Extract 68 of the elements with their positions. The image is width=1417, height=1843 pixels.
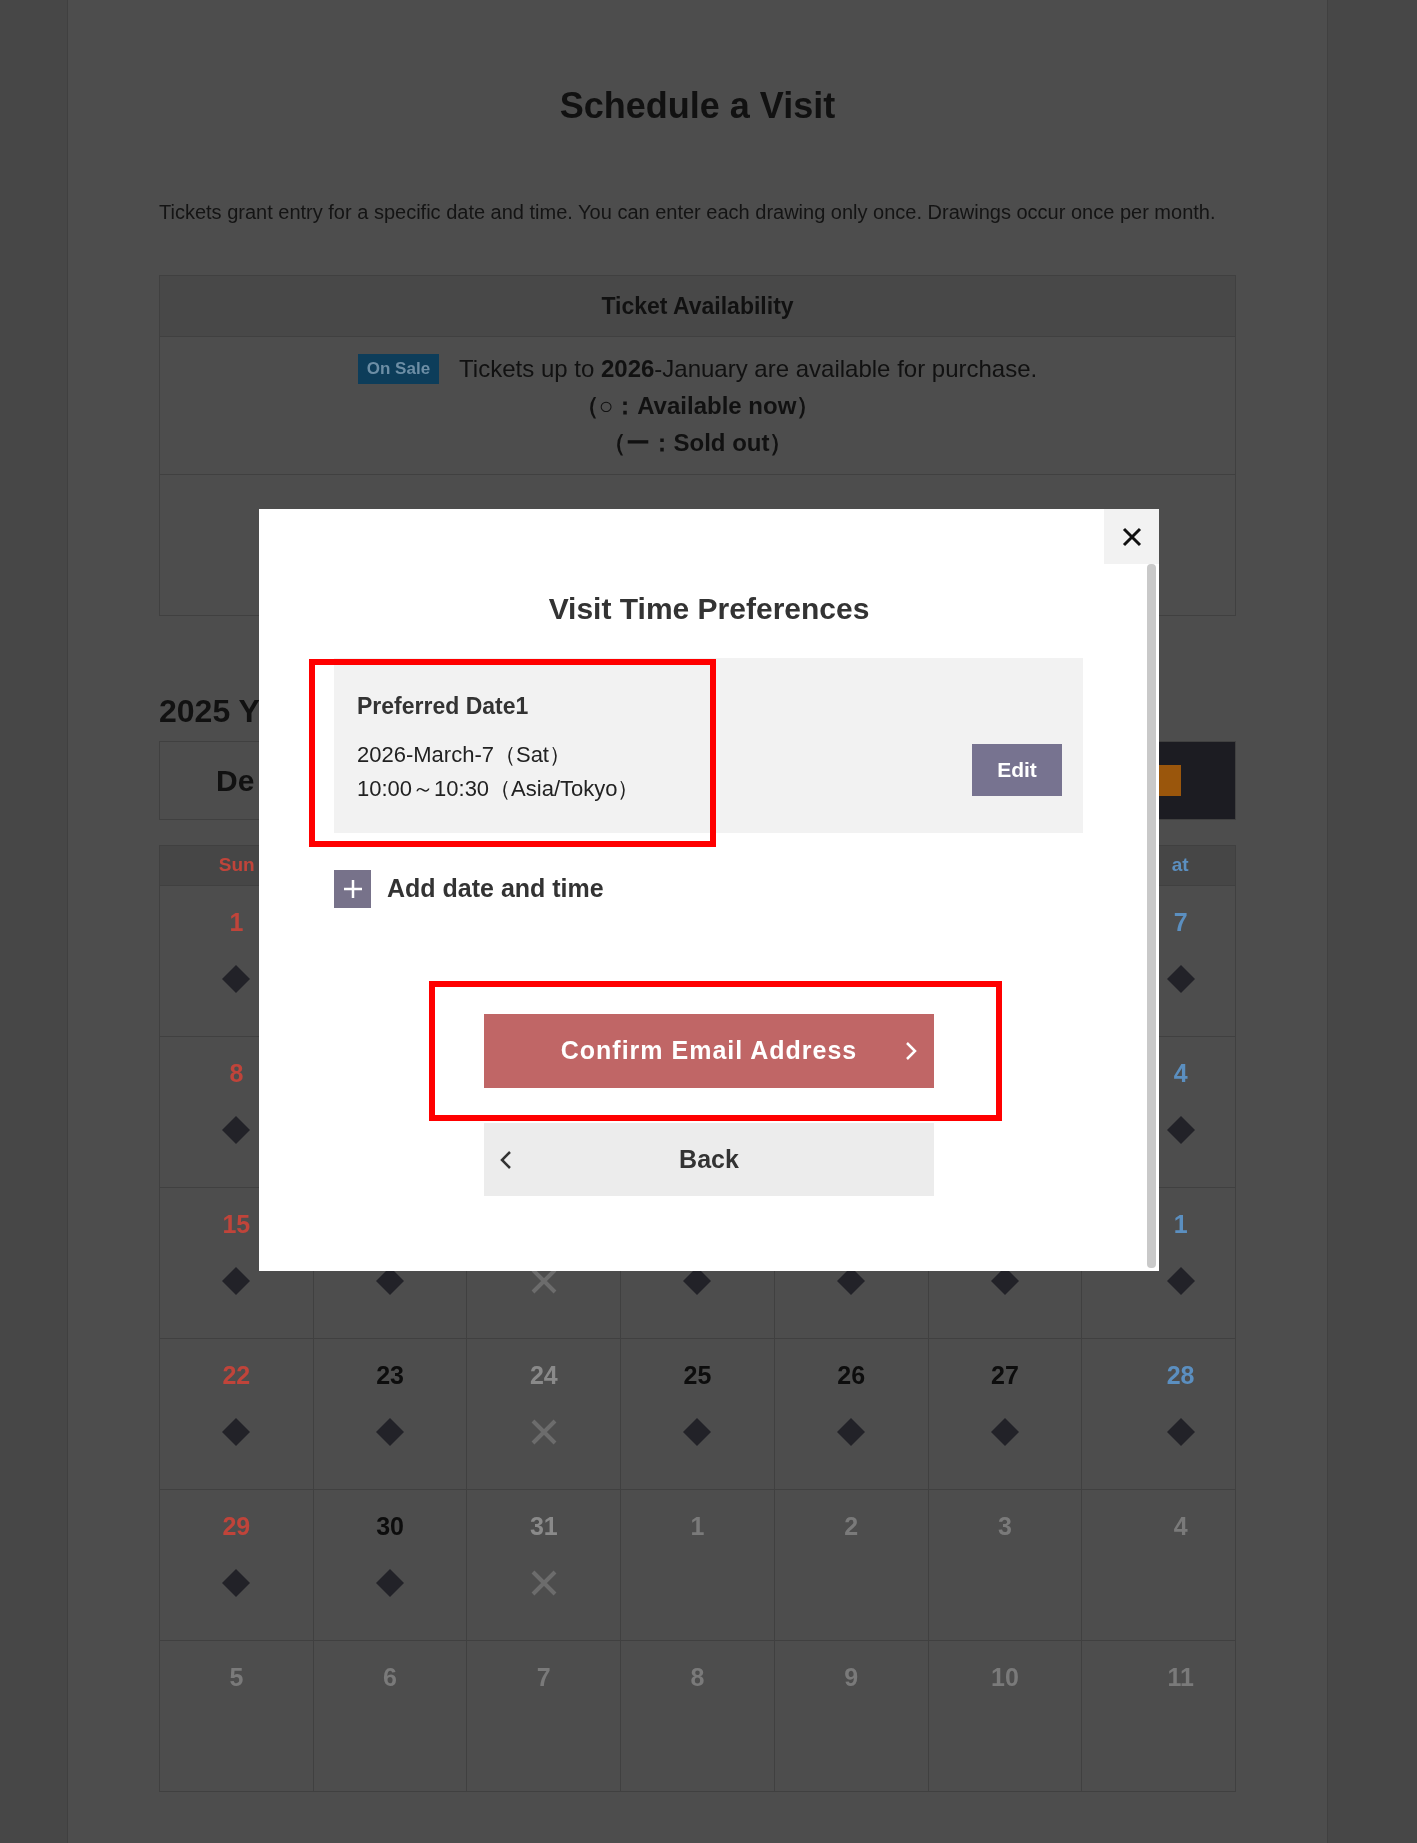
plus-icon [342,879,363,899]
scrollbar[interactable] [1147,564,1156,1268]
day-number: 15 [222,1209,251,1240]
day-number: 4 [1173,1058,1188,1089]
day-number: 25 [683,1360,712,1391]
weekday-label: Sun [218,853,255,878]
calendar-cell[interactable]: 25 [621,1339,775,1490]
calendar-cell[interactable]: 27 [928,1339,1083,1490]
day-number: 30 [376,1511,404,1542]
diamond-icon [221,1115,252,1145]
intro-text: Tickets grant entry for a specific date and time. You can enter each drawing only once. Drawings occur once per month. [159,200,1217,225]
day-number: 22 [222,1360,251,1391]
day-number: 1 [1173,1209,1188,1240]
back-button[interactable]: Back [484,1123,934,1196]
calendar-cell[interactable]: 26 [774,1339,929,1490]
page-title: Schedule a Visit [558,84,837,128]
add-button[interactable] [334,870,371,908]
diamond-icon [221,1266,252,1296]
modal-title: Visit Time Preferences [548,591,870,627]
day-number: 24 [529,1360,558,1391]
day-number: 26 [837,1360,866,1391]
day-number: 7 [1173,907,1188,938]
close-button[interactable] [1104,509,1159,564]
calendar-cell[interactable]: 24 [467,1339,622,1490]
diamond-icon [989,1417,1020,1447]
close-icon [1120,525,1143,548]
confirm-email-button[interactable]: Confirm Email Address [484,1014,934,1088]
edit-button[interactable]: Edit [972,744,1062,796]
preferred-time: 10:00～10:30（Asia/Tokyo） [357,775,640,803]
year-heading: 2025 Y [159,692,260,731]
day-number: 27 [991,1360,1019,1391]
calendar-cell[interactable]: 22 [160,1339,314,1490]
day-number: 31 [529,1511,558,1542]
diamond-icon [1165,964,1196,994]
cross-icon [529,1569,558,1597]
availability-message: Tickets up to 2026-January are available for purchase. [459,354,1038,384]
calendar-cell[interactable]: 29 [160,1490,314,1641]
day-number: 29 [222,1511,251,1542]
weekday-label: at [1171,853,1189,878]
preferred-date: 2026-March-7（Sat） [357,741,572,769]
diamond-icon [1165,1417,1196,1447]
calendar-cell[interactable]: 31 [467,1490,622,1641]
diamond-icon [1165,1115,1196,1145]
legend-text: （ー：Sold out） [601,428,794,458]
diamond-icon [1165,1266,1196,1296]
diamond-icon [375,1417,406,1447]
calendar-cell[interactable]: 23 [313,1339,468,1490]
diamond-icon [682,1417,713,1447]
day-number: 1 [229,907,244,938]
calendar-cell[interactable]: 30 [313,1490,468,1641]
add-date-link[interactable]: Add date and time [387,870,604,908]
legend-text: （○：Available now） [574,391,821,421]
day-number: 28 [1166,1360,1195,1391]
diamond-icon [375,1568,406,1598]
diamond-icon [221,964,252,994]
day-number: 23 [376,1360,404,1391]
cross-icon [529,1418,558,1446]
table-heading: Ticket Availability [160,276,1235,337]
month-label: De [216,763,255,799]
on-sale-tag: On Sale [357,354,440,384]
diamond-icon [836,1417,867,1447]
day-number: 8 [229,1058,244,1089]
diamond-icon [221,1568,252,1598]
calendar-cell[interactable]: 28 [1082,1339,1236,1490]
chevron-left-icon [499,1148,513,1171]
preference-label: Preferred Date1 [357,692,530,721]
diamond-icon [221,1417,252,1447]
chevron-right-icon [904,1040,918,1062]
